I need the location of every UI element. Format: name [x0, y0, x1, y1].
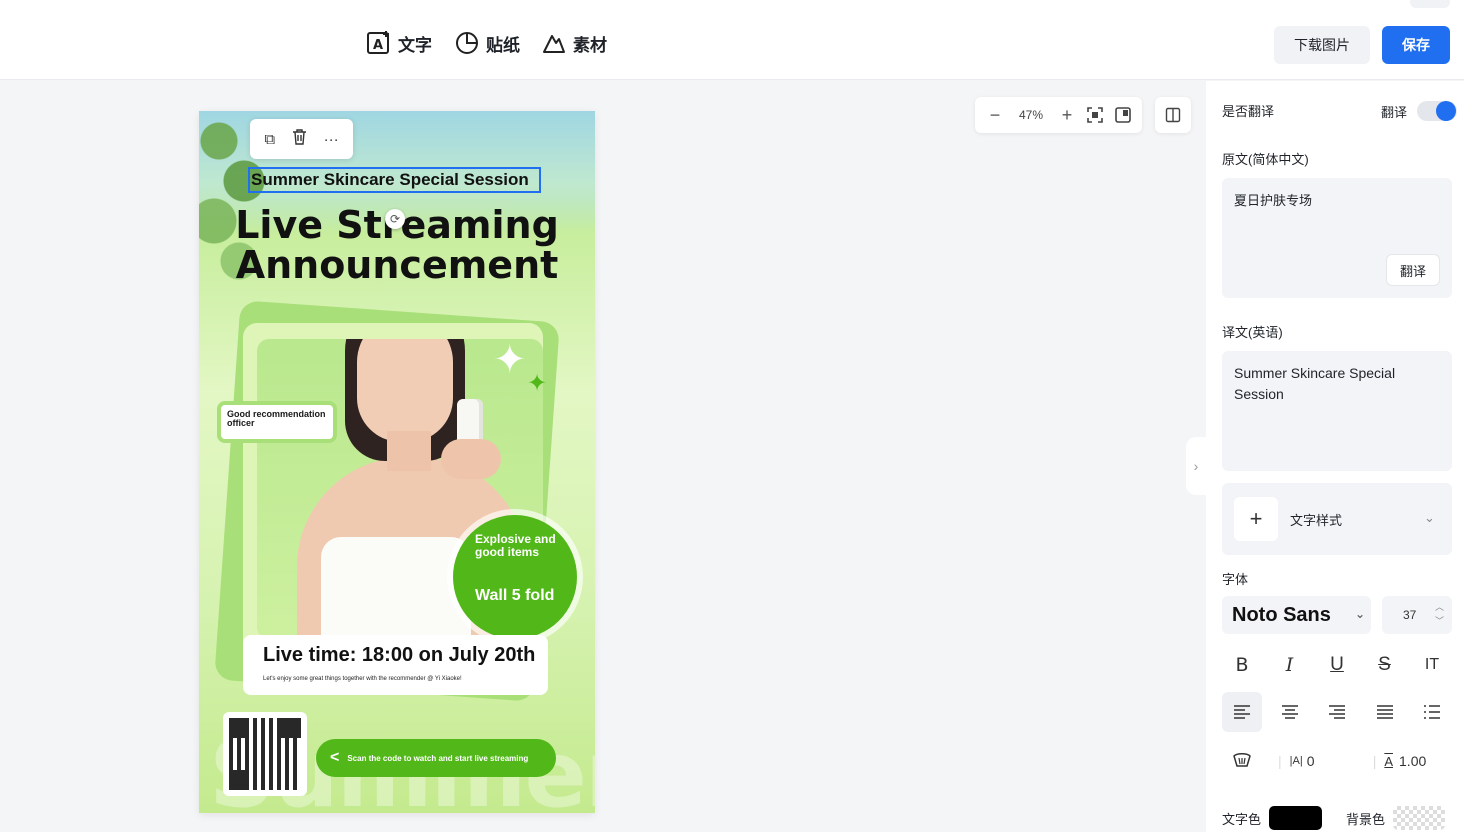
top-toolbar: A 文字 贴纸 素材 下载图片 保存: [0, 0, 1464, 80]
letter-spacing-value[interactable]: 0: [1307, 753, 1373, 769]
italic-icon[interactable]: I: [1270, 645, 1310, 685]
canvas-area[interactable]: [0, 81, 1205, 832]
add-text-icon: A: [367, 31, 389, 54]
sticker-icon: [456, 32, 478, 54]
zoom-value: 47%: [1018, 108, 1044, 122]
bold-icon[interactable]: B: [1222, 645, 1262, 685]
svg-text:A: A: [373, 38, 383, 53]
live-time-text: Live time: 18:00 on July 20th: [263, 644, 536, 666]
translate-switch-label: 翻译: [1381, 104, 1408, 120]
align-left-icon[interactable]: [1222, 692, 1262, 732]
source-text-value: 夏日护肤专场: [1234, 193, 1313, 208]
promo-line-1: Explosive and good items: [475, 532, 556, 559]
recommendation-badge[interactable]: Good recommendation officer: [217, 401, 337, 443]
element-floating-toolbar: ⧉ ···: [250, 119, 353, 159]
rotate-icon[interactable]: ⟳: [385, 209, 405, 229]
add-style-icon[interactable]: +: [1234, 497, 1278, 541]
font-family-value: Noto Sans: [1232, 603, 1331, 626]
live-subtitle: Let's enjoy some great things together w…: [263, 676, 462, 682]
text-color-swatch[interactable]: [1269, 806, 1323, 830]
scan-text: Scan the code to watch and start live st…: [347, 753, 529, 763]
scan-code-banner[interactable]: < Scan the code to watch and start live …: [316, 739, 556, 777]
translate-toggle-label: 是否翻译: [1222, 104, 1275, 119]
divider: |: [1278, 753, 1282, 769]
arrow-left-icon: <: [330, 749, 340, 766]
stepper-arrows: ︿ ﹀: [1435, 600, 1444, 628]
divider: |: [1372, 753, 1377, 769]
model-neck: [387, 431, 431, 471]
bg-color-label: 背景色: [1346, 811, 1386, 827]
spacing-row: | |A| 0 | A 1.00: [1222, 747, 1452, 775]
justify-icon[interactable]: [1365, 692, 1405, 732]
fit-screen-icon[interactable]: [1081, 97, 1109, 133]
chevron-up-icon[interactable]: ︿: [1435, 600, 1444, 614]
vertical-text-icon[interactable]: IT: [1412, 645, 1452, 685]
save-button[interactable]: 保存: [1382, 26, 1450, 64]
compare-view-button[interactable]: [1155, 97, 1191, 133]
translate-switch[interactable]: 翻译: [1381, 101, 1458, 121]
zoom-toolbar: − 47% +: [975, 97, 1142, 133]
tool-label: 素材: [573, 35, 607, 55]
sparkle-icon: ✦: [527, 370, 548, 397]
split-view-icon: [1165, 107, 1181, 123]
align-center-icon[interactable]: [1270, 692, 1310, 732]
title-line-2[interactable]: Announcement: [199, 243, 595, 287]
model-hand: [441, 439, 501, 479]
corner-button[interactable]: [1410, 0, 1450, 8]
color-row: 文字色 背景色: [1222, 806, 1452, 830]
tool-label: 贴纸: [486, 35, 520, 55]
text-format-row: B I U S IT: [1222, 645, 1452, 685]
underline-icon[interactable]: U: [1317, 645, 1357, 685]
collapse-panel-button[interactable]: ›: [1186, 437, 1206, 495]
sparkle-icon: ✦: [493, 338, 527, 382]
text-style-label: 文字样式: [1290, 513, 1343, 528]
font-label: 字体: [1222, 572, 1249, 587]
line-height-icon: A: [1384, 753, 1394, 769]
list-icon[interactable]: [1412, 692, 1452, 732]
material-icon: [543, 35, 565, 53]
qr-code[interactable]: [223, 712, 307, 796]
delete-icon[interactable]: [292, 129, 307, 149]
live-info-box[interactable]: Live time: 18:00 on July 20th Let's enjo…: [243, 635, 548, 695]
sticker-tool[interactable]: 贴纸: [454, 30, 520, 56]
minimap-icon[interactable]: [1109, 97, 1137, 133]
font-size-value: 37: [1403, 608, 1417, 622]
text-color-label: 文字色: [1222, 811, 1262, 827]
target-text-value: Summer Skincare Special Session: [1234, 365, 1396, 402]
chevron-right-icon: ›: [1193, 458, 1199, 474]
bg-color-swatch[interactable]: [1393, 806, 1446, 830]
poster-canvas[interactable]: Summer ✦ ✦ Good recommendation officer E…: [199, 111, 595, 813]
chevron-down-icon[interactable]: ⌄: [1424, 510, 1435, 526]
strikethrough-icon[interactable]: S: [1365, 645, 1405, 685]
target-text-label: 译文(英语): [1222, 325, 1283, 340]
align-right-icon[interactable]: [1317, 692, 1357, 732]
promo-line-2: Wall 5 fold: [475, 587, 555, 604]
qr-pattern: [229, 718, 301, 790]
selected-text-box[interactable]: Summer Skincare Special Session: [248, 167, 541, 193]
zoom-out-icon[interactable]: −: [981, 97, 1009, 133]
model-face: [357, 339, 453, 442]
more-icon[interactable]: ···: [324, 131, 339, 148]
material-tool[interactable]: 素材: [541, 30, 607, 56]
add-text-tool[interactable]: A 文字: [366, 30, 432, 56]
font-family-select[interactable]: Noto Sans ⌄: [1222, 596, 1371, 634]
line-height-value[interactable]: 1.00: [1399, 753, 1426, 769]
tool-label: 文字: [398, 35, 432, 55]
chevron-down-icon[interactable]: ﹀: [1435, 614, 1444, 628]
translate-button[interactable]: 翻译: [1386, 254, 1440, 286]
letter-spacing-icon: |A|: [1289, 755, 1303, 767]
duplicate-icon[interactable]: ⧉: [264, 131, 275, 148]
alignment-row: [1222, 692, 1452, 732]
download-image-button[interactable]: 下载图片: [1274, 26, 1370, 64]
zoom-in-icon[interactable]: +: [1053, 97, 1081, 133]
source-text-label: 原文(简体中文): [1222, 152, 1309, 167]
toggle-switch[interactable]: [1417, 101, 1458, 121]
font-size-stepper[interactable]: 37 ︿ ﹀: [1382, 596, 1452, 634]
promo-circle[interactable]: Explosive and good items Wall 5 fold: [453, 515, 577, 639]
text-effect-icon[interactable]: [1222, 752, 1278, 771]
chevron-down-icon: ⌄: [1354, 607, 1365, 621]
